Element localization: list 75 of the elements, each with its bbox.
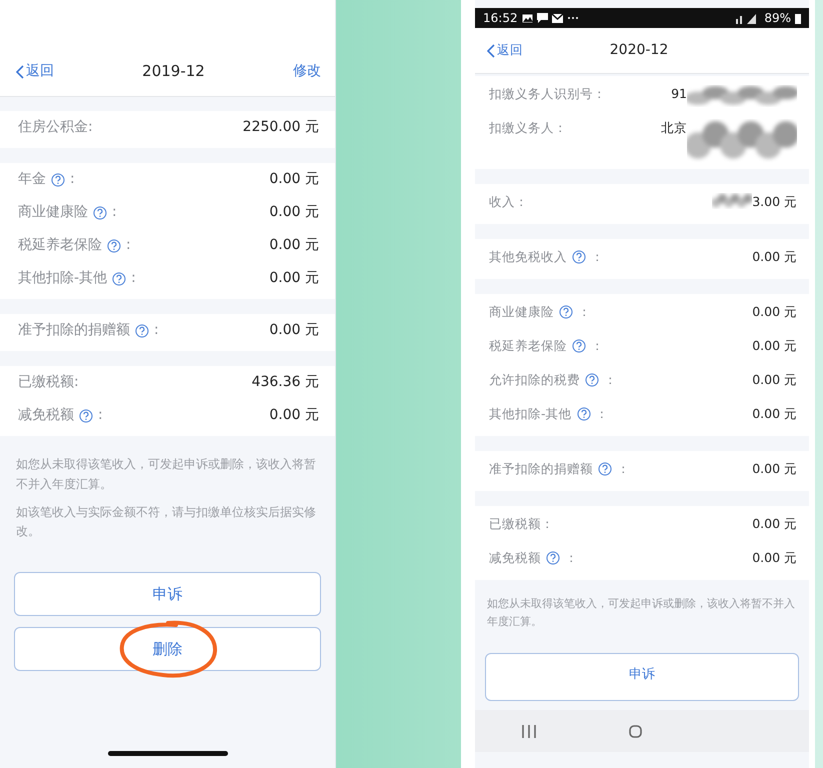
field-value: 3.00 元 [752, 193, 797, 211]
action-button[interactable]: 申诉 [14, 572, 321, 616]
field-value: 0.00 元 [752, 337, 797, 355]
label-colon: ： [596, 405, 609, 423]
field-label: 减免税额 [489, 549, 541, 567]
field-label: 税延养老保险 [18, 236, 102, 255]
field-label: 已缴税额: [18, 373, 79, 392]
battery-level: 89% [764, 10, 791, 27]
notice-text: 如该笔收入与实际金额不符，请与扣缴单位核实后据实修改。 [16, 504, 317, 540]
field-label: 商业健康险 [18, 203, 88, 222]
field-label: 其他扣除-其他 [489, 405, 572, 423]
field-value: 2250.00 元 [242, 118, 319, 137]
home-icon [629, 724, 642, 738]
field-label: 税延养老保险 [489, 337, 567, 355]
home-indicator[interactable] [108, 751, 228, 756]
battery-icon [795, 12, 801, 24]
field-label: 允许扣除的税费 [489, 371, 580, 389]
field-value: 0.00 元 [269, 236, 319, 255]
field-label: 收入： [489, 193, 528, 211]
action-button[interactable]: 申诉 [485, 653, 799, 702]
field-label: 其他扣除-其他 [18, 269, 108, 288]
field-label: 扣缴义务人识别号： [489, 85, 606, 103]
field-value: 0.00 元 [752, 303, 797, 321]
field-label: 准予扣除的捐赠额 [489, 460, 593, 478]
redaction-smudge [712, 193, 752, 209]
label-colon: ： [591, 248, 604, 266]
field-label: 其他免税收入 [489, 248, 567, 266]
field-label: 准予扣除的捐赠额 [18, 321, 130, 340]
back-chevron-icon [487, 44, 495, 58]
field-label: 商业健康险 [489, 303, 554, 321]
label-colon: ： [617, 460, 630, 478]
label-colon: : [131, 269, 136, 288]
field-value: 0.00 元 [269, 406, 319, 425]
label-colon: : [112, 203, 117, 222]
image-icon [522, 14, 533, 22]
field-value: 0.00 元 [752, 460, 797, 478]
field-value: 0.00 元 [269, 203, 319, 222]
field-value: 0.00 元 [269, 321, 319, 340]
notice-text: 如您从未取得该笔收入，可发起申诉或删除，该收入将暂不并入年度汇算。 [16, 456, 317, 493]
field-value: 0.00 元 [269, 269, 319, 288]
field-label: 扣缴义务人： [489, 119, 567, 137]
label-colon: : [70, 170, 75, 189]
field-value: 436.36 元 [252, 373, 319, 392]
back-chevron-icon [16, 64, 24, 78]
field-value: 0.00 元 [752, 248, 797, 266]
status-time: 16:52 [483, 10, 518, 27]
field-value: 91 [671, 85, 687, 103]
back-link[interactable]: 返回 [487, 41, 523, 60]
mail-icon [552, 14, 563, 22]
action-button[interactable]: 删除 [14, 627, 321, 672]
field-label: 住房公积金: [18, 118, 93, 137]
edit-link[interactable]: 修改 [293, 61, 321, 82]
label-colon: ： [604, 371, 617, 389]
field-value: 0.00 元 [752, 371, 797, 389]
more-icon [566, 16, 579, 20]
page-title: 2019-12 [142, 61, 205, 82]
field-value: 北京 [661, 119, 687, 137]
field-value: 0.00 元 [752, 549, 797, 567]
message-icon [536, 13, 548, 23]
label-colon: ： [578, 303, 591, 321]
label-colon: : [126, 236, 131, 255]
field-value: 0.00 元 [752, 515, 797, 533]
label-colon: ： [565, 549, 578, 567]
recents-icon [522, 724, 536, 738]
field-label: 减免税额 [18, 406, 74, 425]
field-label: 已缴税额： [489, 515, 554, 533]
label-colon: ： [591, 337, 604, 355]
notice-text: 如您从未取得该笔收入，可发起申诉或删除，该收入将暂不并入年度汇算。 [487, 596, 796, 630]
label-colon: : [98, 406, 103, 425]
page-title: 2020-12 [610, 41, 668, 60]
field-value: 0.00 元 [752, 405, 797, 423]
field-value: 0.00 元 [269, 170, 319, 189]
label-colon: : [154, 321, 159, 340]
back-link[interactable]: 返回 [16, 61, 54, 82]
field-label: 年金 [18, 170, 46, 189]
